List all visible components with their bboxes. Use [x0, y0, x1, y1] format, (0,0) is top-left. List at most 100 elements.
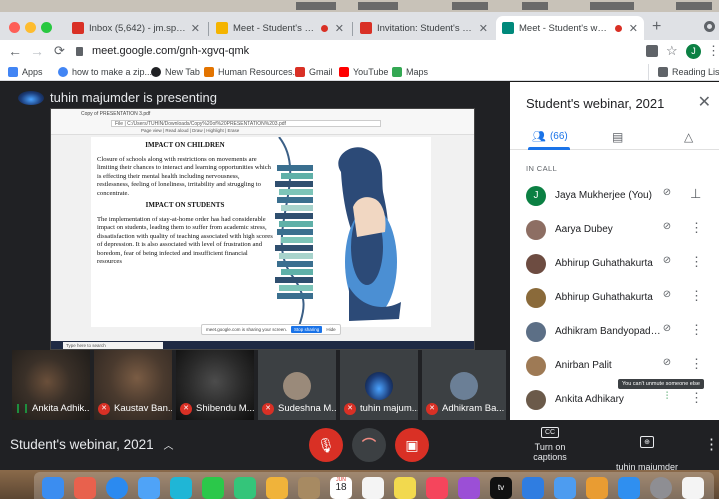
launchpad-icon[interactable] [74, 477, 96, 499]
stop-sharing-button[interactable]: Stop sharing [291, 326, 323, 333]
speaking-indicator-icon[interactable]: ⫶ [660, 391, 674, 405]
bookmark-maps[interactable]: Maps [392, 67, 428, 77]
tab-people[interactable]: 👥︎ (66) [532, 130, 568, 143]
tab-chat[interactable]: ▤ [612, 130, 623, 144]
pages-icon[interactable] [586, 477, 608, 499]
forward-arrow-icon[interactable]: → [30, 43, 44, 59]
more-options-icon[interactable]: ⋮ [690, 390, 703, 406]
close-tab-icon[interactable]: ✕ [479, 22, 488, 35]
more-options-icon[interactable]: ⋮ [690, 356, 703, 372]
reminders-icon[interactable] [362, 477, 384, 499]
gmail-icon [72, 22, 84, 34]
keynote-icon[interactable] [554, 477, 576, 499]
shared-screen[interactable]: Copy of PRESENTATION 3.pdf File | C:/Use… [50, 108, 475, 350]
music-icon[interactable] [426, 477, 448, 499]
participant-row[interactable]: Adhikram Bandyopadhy... ⊘ ⋮ [510, 316, 719, 348]
tab-label: Inbox (5,642) - jm.spcmc@gm [89, 22, 189, 34]
profile-avatar[interactable]: J [686, 44, 701, 59]
bookmark-gmail[interactable]: Gmail [295, 67, 333, 77]
camera-off-icon: ▣ [405, 437, 419, 453]
camera-toggle-button[interactable]: ▣ [395, 428, 429, 462]
camera-in-use-icon[interactable] [646, 45, 658, 57]
participant-name: Abhirup Guhathakurta [555, 292, 653, 303]
speaking-indicator-icon [17, 404, 27, 413]
participant-tile[interactable]: ✕ Kaustav Ban... [94, 350, 172, 420]
bookmark-new-tab[interactable]: New Tab [151, 67, 200, 77]
notes-icon[interactable] [394, 477, 416, 499]
mic-off-icon[interactable]: ⊘ [660, 357, 674, 371]
participant-row[interactable]: Anirban Palit ⊘ ⋮ [510, 350, 719, 382]
bookmark-hr[interactable]: Human Resources... [204, 67, 300, 77]
url-field[interactable]: meet.google.com/gnh-xgvq-qmk [92, 45, 249, 57]
more-options-icon[interactable]: ⋮ [690, 220, 703, 236]
mic-off-icon[interactable]: ⊘ [660, 255, 674, 269]
close-tab-icon[interactable]: ✕ [335, 22, 344, 35]
numbers-icon[interactable] [522, 477, 544, 499]
taskbar-search[interactable]: Type here to search [63, 342, 163, 349]
participant-tile[interactable]: ✕ tuhin majum... [340, 350, 418, 420]
mic-off-icon[interactable]: ⊘ [660, 221, 674, 235]
leave-call-button[interactable]: ⌒ [352, 428, 386, 462]
minimize-window-button[interactable] [25, 22, 36, 33]
reload-icon[interactable]: ⟳ [54, 43, 65, 59]
mic-off-icon[interactable]: ⊘ [660, 289, 674, 303]
pin-icon[interactable]: ⊥ [690, 186, 701, 202]
tab-search-icon[interactable] [704, 21, 715, 32]
mic-off-icon[interactable]: ⊘ [660, 323, 674, 337]
back-arrow-icon[interactable]: ← [8, 43, 22, 59]
calendar-icon[interactable]: JUN 18 [330, 477, 352, 499]
participant-avatar [283, 372, 311, 400]
close-tab-icon[interactable]: ✕ [629, 22, 638, 35]
participant-tile[interactable]: ✕ Adhikram Ba... [422, 350, 506, 420]
mic-off-icon[interactable]: ⊘ [660, 187, 674, 201]
meeting-details-button[interactable]: Student's webinar, 2021 ︿ [10, 437, 173, 452]
bookmark-apps[interactable]: Apps [8, 67, 43, 77]
tab-activities[interactable]: △ [684, 130, 693, 144]
more-options-icon[interactable]: ⋮ [690, 254, 703, 270]
mail-icon[interactable] [138, 477, 160, 499]
apps-grid-icon [8, 67, 18, 77]
messages-icon[interactable] [202, 477, 224, 499]
browser-tab-meet-1[interactable]: Meet - Student's webinar ✕ [210, 16, 350, 40]
close-tab-icon[interactable]: ✕ [191, 22, 200, 35]
more-options-icon[interactable]: ⋮ [704, 435, 719, 453]
maximize-window-button[interactable] [41, 22, 52, 33]
participant-tile[interactable]: ✕ Shibendu M... [176, 350, 254, 420]
facetime-icon[interactable] [170, 477, 192, 499]
browser-tab-invitation[interactable]: Invitation: Student's webinar, 2 ✕ [354, 16, 494, 40]
participant-tile[interactable]: Ankita Adhik... [12, 350, 90, 420]
contacts-icon[interactable] [298, 477, 320, 499]
safari-icon[interactable] [106, 477, 128, 499]
hide-button[interactable]: Hide [326, 327, 335, 332]
podcasts-icon[interactable] [458, 477, 480, 499]
participant-tile[interactable]: ✕ Sudeshna M... [258, 350, 336, 420]
captions-button[interactable]: CC Turn on captions [520, 426, 580, 462]
more-options-icon[interactable]: ⋮ [690, 288, 703, 304]
participant-row[interactable]: Abhirup Guhathakurta ⊘ ⋮ [510, 282, 719, 314]
maps-app-icon[interactable] [234, 477, 256, 499]
bookmark-star-icon[interactable]: ☆ [666, 43, 678, 59]
microphone-toggle-button[interactable]: 🎙︎ [309, 428, 343, 462]
app-store-icon[interactable] [618, 477, 640, 499]
participant-row[interactable]: Ankita Adhikary ⫶ ⋮ [510, 384, 719, 416]
recording-dot-icon [320, 24, 328, 32]
participant-row[interactable]: Abhirup Guhathakurta ⊘ ⋮ [510, 248, 719, 280]
close-panel-icon[interactable]: ✕ [698, 92, 711, 112]
finder-icon[interactable] [42, 477, 64, 499]
bookmark-youtube[interactable]: YouTube [339, 67, 388, 77]
browser-tab-meet-active[interactable]: Meet - Student's webinar ✕ [496, 16, 644, 40]
youtube-icon [339, 67, 349, 77]
browser-menu-icon[interactable]: ⋮ [707, 43, 719, 59]
reading-list[interactable]: Reading List [658, 67, 719, 77]
chrome-icon[interactable] [682, 477, 704, 499]
bookmark-zip[interactable]: how to make a zip... [58, 67, 152, 77]
browser-tab-gmail[interactable]: Inbox (5,642) - jm.spcmc@gm ✕ [66, 16, 206, 40]
close-window-button[interactable] [9, 22, 20, 33]
system-preferences-icon[interactable] [650, 477, 672, 499]
more-options-icon[interactable]: ⋮ [690, 322, 703, 338]
new-tab-button[interactable]: + [652, 18, 661, 36]
participant-row[interactable]: Aarya Dubey ⊘ ⋮ [510, 214, 719, 246]
participant-row[interactable]: J Jaya Mukherjee (You) ⊘ ⊥ [510, 180, 719, 212]
photos-icon[interactable] [266, 477, 288, 499]
apple-tv-icon[interactable]: tv [490, 477, 512, 499]
